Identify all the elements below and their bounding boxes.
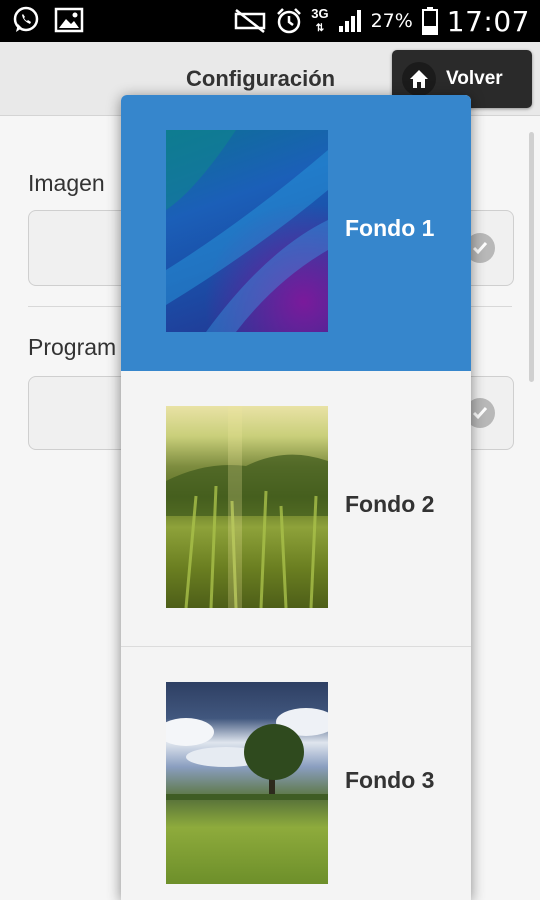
battery-icon (421, 6, 439, 36)
battery-percent: 27% (370, 10, 413, 32)
home-icon (402, 62, 436, 96)
signal-icon (337, 8, 363, 34)
fondo-2-thumbnail (166, 406, 328, 608)
network-type: 3G ⇅ (311, 6, 329, 34)
option-label: Fondo 1 (345, 215, 435, 241)
image-field-label: Imagen (28, 170, 105, 196)
status-bar: 3G ⇅ 27% 17:07 (0, 0, 540, 42)
background-dropdown: Fondo 1 Fondo 2 Fondo 3 (121, 95, 471, 900)
page-title: Configuración (186, 66, 336, 91)
scrollbar[interactable] (529, 132, 534, 382)
fondo-1-thumbnail (166, 130, 328, 332)
fondo-3-thumbnail (166, 682, 328, 884)
option-fondo-2[interactable]: Fondo 2 (121, 371, 471, 647)
option-fondo-1[interactable]: Fondo 1 (121, 95, 471, 371)
option-label: Fondo 3 (345, 767, 435, 793)
mute-icon (233, 8, 267, 34)
clock: 17:07 (446, 4, 530, 38)
gallery-icon (54, 7, 84, 33)
whatsapp-icon (12, 6, 40, 34)
option-fondo-3[interactable]: Fondo 3 (121, 647, 471, 900)
alarm-icon (275, 7, 303, 35)
program-field-label: Program (28, 334, 117, 360)
back-button-label: Volver (446, 68, 503, 89)
option-label: Fondo 2 (345, 491, 435, 517)
